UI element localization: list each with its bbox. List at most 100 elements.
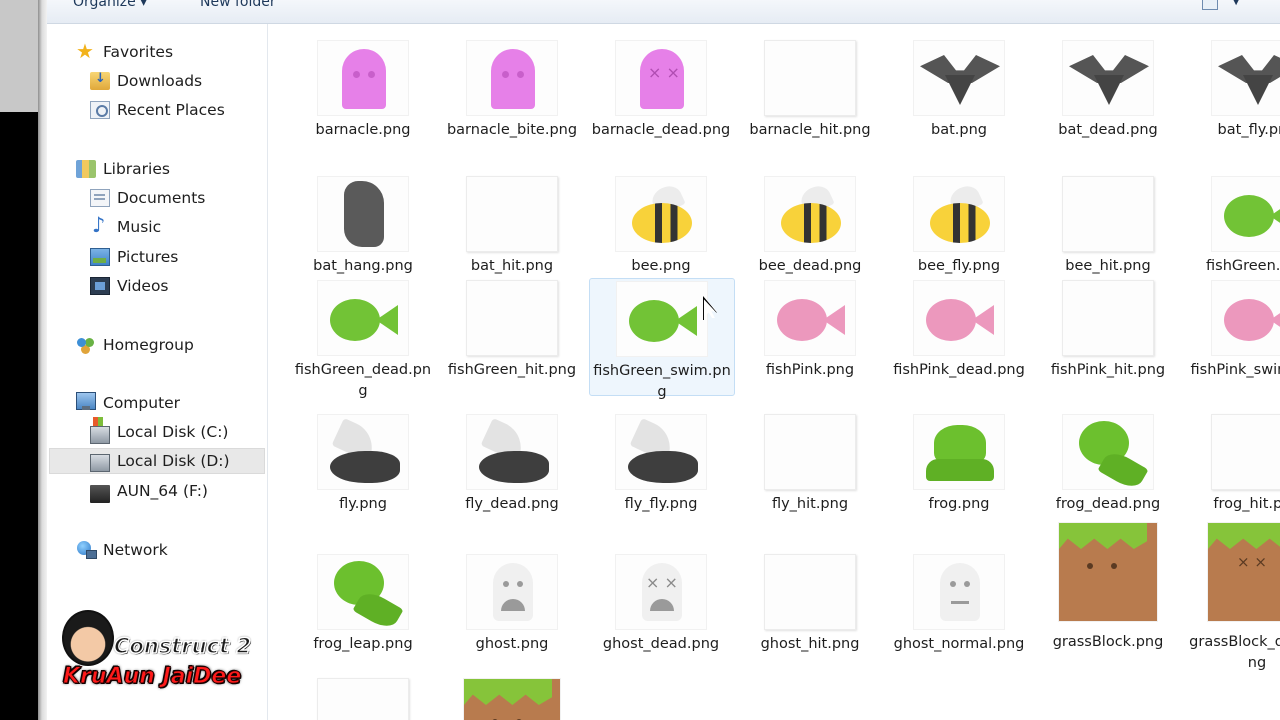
bee-sprite-icon	[632, 187, 692, 243]
new-folder-button[interactable]: New folder	[200, 0, 276, 10]
file-thumbnail	[1062, 176, 1154, 252]
file-item[interactable]: ghost_normal.png	[886, 554, 1032, 655]
file-name: ghost_dead.png	[602, 636, 720, 652]
file-thumbnail	[615, 414, 707, 490]
removable-drive-icon	[90, 484, 110, 503]
nav-local-disk-c[interactable]: Local Disk (C:)	[90, 417, 229, 445]
file-item[interactable]: grassBlock_dead.png	[1184, 522, 1280, 674]
nav-favorites[interactable]: Favorites	[76, 39, 173, 65]
file-name: bat_fly.png	[1217, 122, 1280, 138]
file-item[interactable]: frog_dead.png	[1035, 414, 1181, 515]
nav-recent-places[interactable]: Recent Places	[90, 97, 225, 123]
nav-computer[interactable]: Computer	[76, 390, 180, 416]
file-item[interactable]: fishPink_swim.png	[1184, 280, 1280, 381]
file-item[interactable]: barnacle_dead.png	[588, 40, 734, 141]
file-thumbnail	[615, 40, 707, 116]
file-name: grassBlock.png	[1052, 634, 1164, 650]
file-item[interactable]: bee_fly.png	[886, 176, 1032, 277]
file-name: bee_dead.png	[758, 258, 862, 274]
file-item[interactable]: fly_fly.png	[588, 414, 734, 515]
hard-drive-icon	[90, 454, 110, 472]
nav-recent-places-label: Recent Places	[117, 101, 225, 119]
file-item[interactable]: bee.png	[588, 176, 734, 277]
nav-documents[interactable]: Documents	[90, 185, 205, 211]
file-name: fly_hit.png	[771, 496, 849, 512]
file-thumbnail	[1211, 176, 1280, 252]
frog-dead-sprite-icon	[1073, 421, 1145, 485]
nav-aun64[interactable]: AUN_64 (F:)	[90, 478, 208, 504]
file-item[interactable]: fly.png	[290, 414, 436, 515]
file-item[interactable]: fly_hit.png	[737, 414, 883, 515]
file-name: frog.png	[928, 496, 990, 512]
file-name: bee_fly.png	[917, 258, 1001, 274]
file-name: bat_dead.png	[1058, 122, 1158, 138]
file-name: ghost.png	[475, 636, 549, 652]
file-list: barnacle.png barnacle_bite.png barnacle_…	[269, 24, 1280, 720]
nav-music[interactable]: Music	[90, 213, 161, 240]
nav-local-disk-c-label: Local Disk (C:)	[117, 423, 229, 441]
file-item[interactable]: bee_dead.png	[737, 176, 883, 277]
file-thumbnail	[1062, 280, 1154, 356]
file-item[interactable]: grassBlock.png	[1035, 522, 1181, 653]
nav-computer-label: Computer	[103, 394, 181, 412]
file-name: fishPink_hit.png	[1050, 362, 1166, 378]
fly-sprite-icon	[624, 425, 700, 483]
file-thumbnail	[466, 554, 558, 630]
organize-button[interactable]: Organize ▾	[73, 0, 147, 10]
nav-aun64-label: AUN_64 (F:)	[117, 482, 208, 500]
file-item[interactable]: ghost_dead.png	[588, 554, 734, 655]
file-item[interactable]: frog_leap.png	[290, 554, 436, 655]
file-item[interactable]: barnacle_hit.png	[737, 40, 883, 141]
file-name: bat.png	[931, 122, 987, 138]
view-dropdown-icon[interactable]: ▼	[1232, 0, 1240, 7]
file-item[interactable]: frog.png	[886, 414, 1032, 515]
logo-title: Construct 2	[113, 633, 252, 659]
file-item[interactable]: barnacle.png	[290, 40, 436, 141]
file-name: frog_leap.png	[313, 636, 413, 652]
nav-network[interactable]: Network	[76, 537, 168, 563]
file-item[interactable]: fishGreen_hit.png	[439, 280, 585, 381]
fish-pink-sprite-icon	[926, 295, 994, 345]
file-thumbnail	[463, 678, 561, 720]
ghost-dead-sprite-icon	[642, 563, 682, 621]
nav-homegroup-label: Homegroup	[103, 336, 194, 354]
barnacle-sprite-icon	[342, 49, 386, 109]
file-thumbnail	[1211, 40, 1280, 116]
homegroup-icon	[76, 336, 96, 354]
file-item[interactable]: fly_dead.png	[439, 414, 585, 515]
file-item[interactable]: fishGreen_dead.png	[290, 280, 436, 402]
file-item[interactable]: barnacle_bite.png	[439, 40, 585, 141]
file-item[interactable]	[439, 678, 585, 720]
file-name: ghost_hit.png	[760, 636, 860, 652]
file-item[interactable]: fishPink_hit.png	[1035, 280, 1181, 381]
nav-downloads[interactable]: Downloads	[90, 68, 202, 94]
nav-local-disk-d[interactable]: Local Disk (D:)	[49, 448, 265, 474]
file-item[interactable]: ghost_hit.png	[737, 554, 883, 655]
file-item[interactable]: ghost.png	[439, 554, 585, 655]
file-item[interactable]: bat_hit.png	[439, 176, 585, 277]
channel-logo: Construct 2 KruAun JaiDee	[60, 610, 252, 696]
file-item[interactable]: fishGreen.png	[1184, 176, 1280, 277]
file-item[interactable]: fishPink.png	[737, 280, 883, 381]
nav-videos[interactable]: Videos	[90, 273, 169, 299]
file-thumbnail	[1058, 522, 1158, 622]
file-item[interactable]: bat.png	[886, 40, 1032, 141]
file-item[interactable]	[290, 678, 436, 720]
change-view-icon[interactable]	[1202, 0, 1218, 10]
file-item[interactable]: bat_hang.png	[290, 176, 436, 277]
nav-pictures[interactable]: Pictures	[90, 244, 178, 270]
nav-libraries[interactable]: Libraries	[76, 156, 170, 182]
file-item[interactable]: fishPink_dead.png	[886, 280, 1032, 381]
file-item[interactable]: frog_hit.png	[1184, 414, 1280, 515]
file-item[interactable]: bat_dead.png	[1035, 40, 1181, 141]
nav-homegroup[interactable]: Homegroup	[76, 332, 194, 358]
file-thumbnail	[466, 414, 558, 490]
file-thumbnail	[764, 554, 856, 630]
file-name: fly_fly.png	[624, 496, 698, 512]
file-name: fishGreen_dead.png	[294, 362, 432, 399]
file-item[interactable]: bat_fly.png	[1184, 40, 1280, 141]
file-item[interactable]: bee_hit.png	[1035, 176, 1181, 277]
fly-sprite-icon	[475, 425, 551, 483]
file-thumbnail	[317, 678, 409, 720]
frog-leap-sprite-icon	[328, 561, 400, 625]
